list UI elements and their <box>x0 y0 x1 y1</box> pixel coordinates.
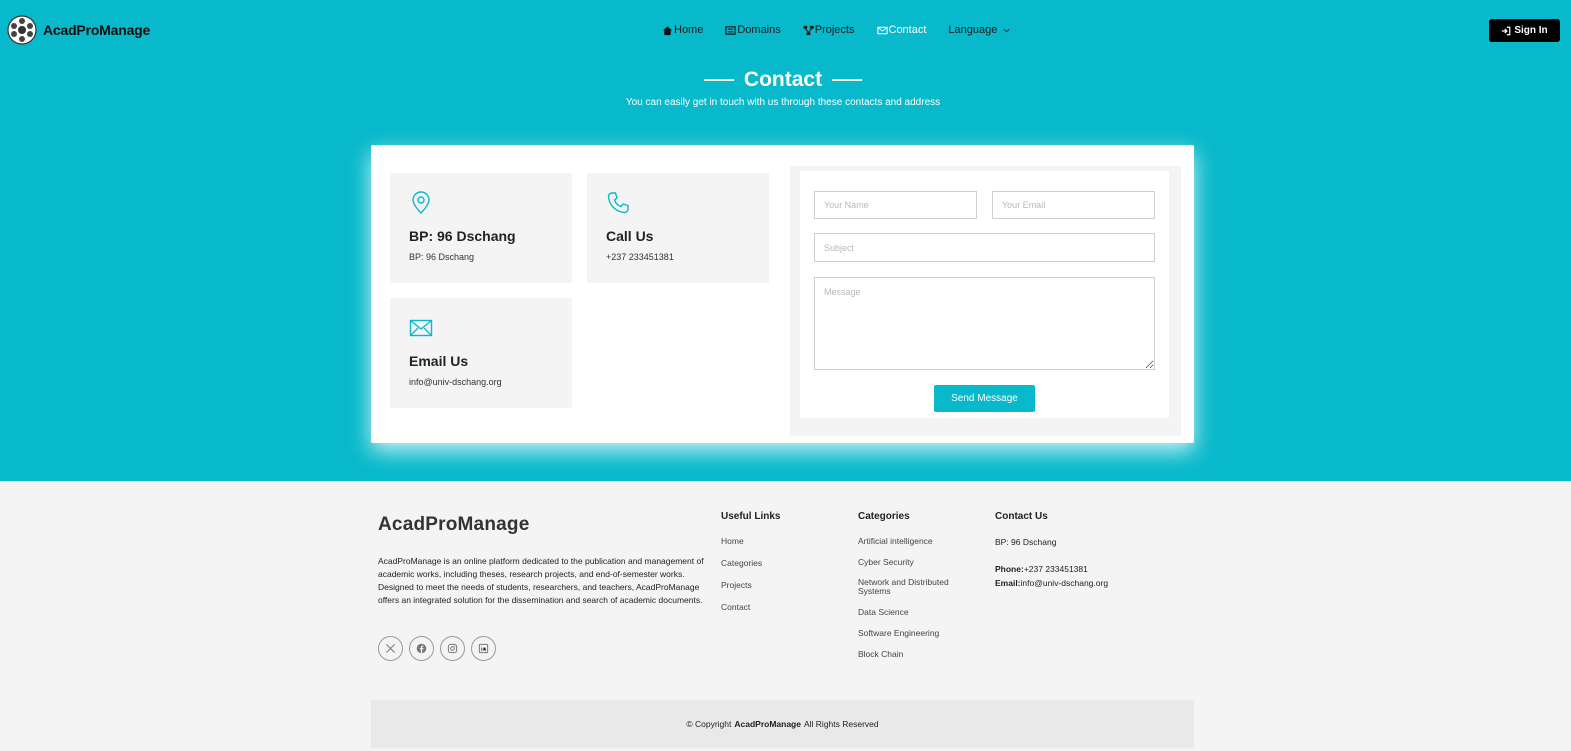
project-icon <box>803 25 814 35</box>
main-nav: Home Domains Projects Contact Language <box>662 24 1012 36</box>
call-title: Call Us <box>606 228 654 244</box>
logo-icon <box>7 15 37 45</box>
phone-value: +237 233451381 <box>1023 564 1088 574</box>
envelope-icon <box>876 26 888 34</box>
sign-in-icon <box>1502 26 1511 35</box>
address-title: BP: 96 Dschang <box>409 228 516 244</box>
category-link[interactable]: Network and Distributed Systems <box>858 578 968 596</box>
footer-email: Email:info@univ-dschang.org <box>995 578 1108 588</box>
footer-link-contact[interactable]: Contact <box>721 602 780 612</box>
category-link[interactable]: Software Engineering <box>858 628 968 638</box>
nav-domains-label: Domains <box>737 24 781 36</box>
contact-card: BP: 96 Dschang BP: 96 Dschang Call Us +2… <box>371 145 1194 443</box>
footer-link-projects[interactable]: Projects <box>721 580 780 590</box>
sign-in-label: Sign In <box>1514 25 1548 36</box>
message-textarea[interactable] <box>814 277 1155 370</box>
brand[interactable]: AcadProManage <box>7 15 150 45</box>
call-text: +237 233451381 <box>606 252 674 262</box>
nav-language[interactable]: Language <box>948 24 1012 36</box>
x-icon <box>386 644 395 653</box>
contact-us-column: Contact Us BP: 96 Dschang Phone:+237 233… <box>995 511 1108 588</box>
location-pin-icon <box>412 191 430 214</box>
email-box: Email Us info@univ-dschang.org <box>390 298 572 408</box>
address-text: BP: 96 Dschang <box>409 252 475 262</box>
email-input[interactable] <box>992 191 1155 219</box>
contact-form-wrapper: Send Message <box>790 166 1181 436</box>
footer-phone: Phone:+237 233451381 <box>995 564 1108 574</box>
nav-contact[interactable]: Contact <box>876 24 927 36</box>
useful-links-column: Useful Links Home Categories Projects Co… <box>721 511 780 612</box>
brand-name: AcadProManage <box>43 22 151 38</box>
footer-link-home[interactable]: Home <box>721 536 780 546</box>
phone-label: Phone: <box>995 564 1024 574</box>
categories-column: Categories Artificial intelligence Cyber… <box>858 511 968 659</box>
email-title: Email Us <box>409 353 469 369</box>
linkedin-link[interactable] <box>471 636 496 661</box>
nav-home[interactable]: Home <box>662 24 703 36</box>
nav-home-label: Home <box>674 24 704 36</box>
social-links <box>378 636 496 661</box>
categories-title: Categories <box>858 511 910 522</box>
category-link[interactable]: Data Science <box>858 607 968 617</box>
copyright-prefix: © Copyright <box>686 719 732 729</box>
phone-icon <box>607 192 629 214</box>
call-box: Call Us +237 233451381 <box>587 173 769 283</box>
facebook-icon <box>416 643 427 654</box>
sign-in-button[interactable]: Sign In <box>1489 19 1560 42</box>
nav-contact-label: Contact <box>888 24 927 36</box>
email-text: info@univ-dschang.org <box>409 377 502 387</box>
instagram-link[interactable] <box>440 636 465 661</box>
email-value: info@univ-dschang.org <box>1020 578 1109 588</box>
nav-domains[interactable]: Domains <box>725 24 781 36</box>
facebook-link[interactable] <box>409 636 434 661</box>
nav-projects[interactable]: Projects <box>803 24 855 36</box>
copyright-suffix: All Rights Reserved <box>803 719 879 729</box>
contact-form: Send Message <box>800 171 1169 418</box>
address-box: BP: 96 Dschang BP: 96 Dschang <box>390 173 572 283</box>
subject-input[interactable] <box>814 233 1155 262</box>
category-link[interactable]: Cyber Security <box>858 557 968 567</box>
page-subtitle: You can easily get in touch with us thro… <box>625 97 941 108</box>
send-message-button[interactable]: Send Message <box>934 385 1035 412</box>
envelope-icon <box>409 319 433 337</box>
page-title: Contact <box>743 68 823 91</box>
copyright-bar: © Copyright AcadProManage All Rights Res… <box>371 700 1194 748</box>
chevron-down-icon <box>1003 28 1010 33</box>
footer-link-categories[interactable]: Categories <box>721 558 780 568</box>
title-divider-left <box>703 79 734 81</box>
instagram-icon <box>447 643 458 654</box>
footer-address: BP: 96 Dschang <box>995 537 1057 547</box>
category-link[interactable]: Block Chain <box>858 649 968 659</box>
contact-us-title: Contact Us <box>995 511 1048 522</box>
list-icon <box>725 25 736 35</box>
name-input[interactable] <box>814 191 977 219</box>
copyright-brand: AcadProManage <box>734 719 801 729</box>
nav-language-label: Language <box>948 24 998 36</box>
linkedin-icon <box>478 643 489 654</box>
footer-description: AcadProManage is an online platform dedi… <box>378 556 704 605</box>
category-link[interactable]: Artificial intelligence <box>858 536 968 546</box>
title-divider-right <box>832 79 863 81</box>
email-label: Email: <box>995 578 1021 588</box>
nav-projects-label: Projects <box>814 24 855 36</box>
home-icon <box>662 25 673 35</box>
x-link[interactable] <box>378 636 403 661</box>
section-title-row: Contact <box>0 68 1566 92</box>
footer-brand: AcadProManage <box>378 514 530 535</box>
useful-links-title: Useful Links <box>721 511 781 522</box>
